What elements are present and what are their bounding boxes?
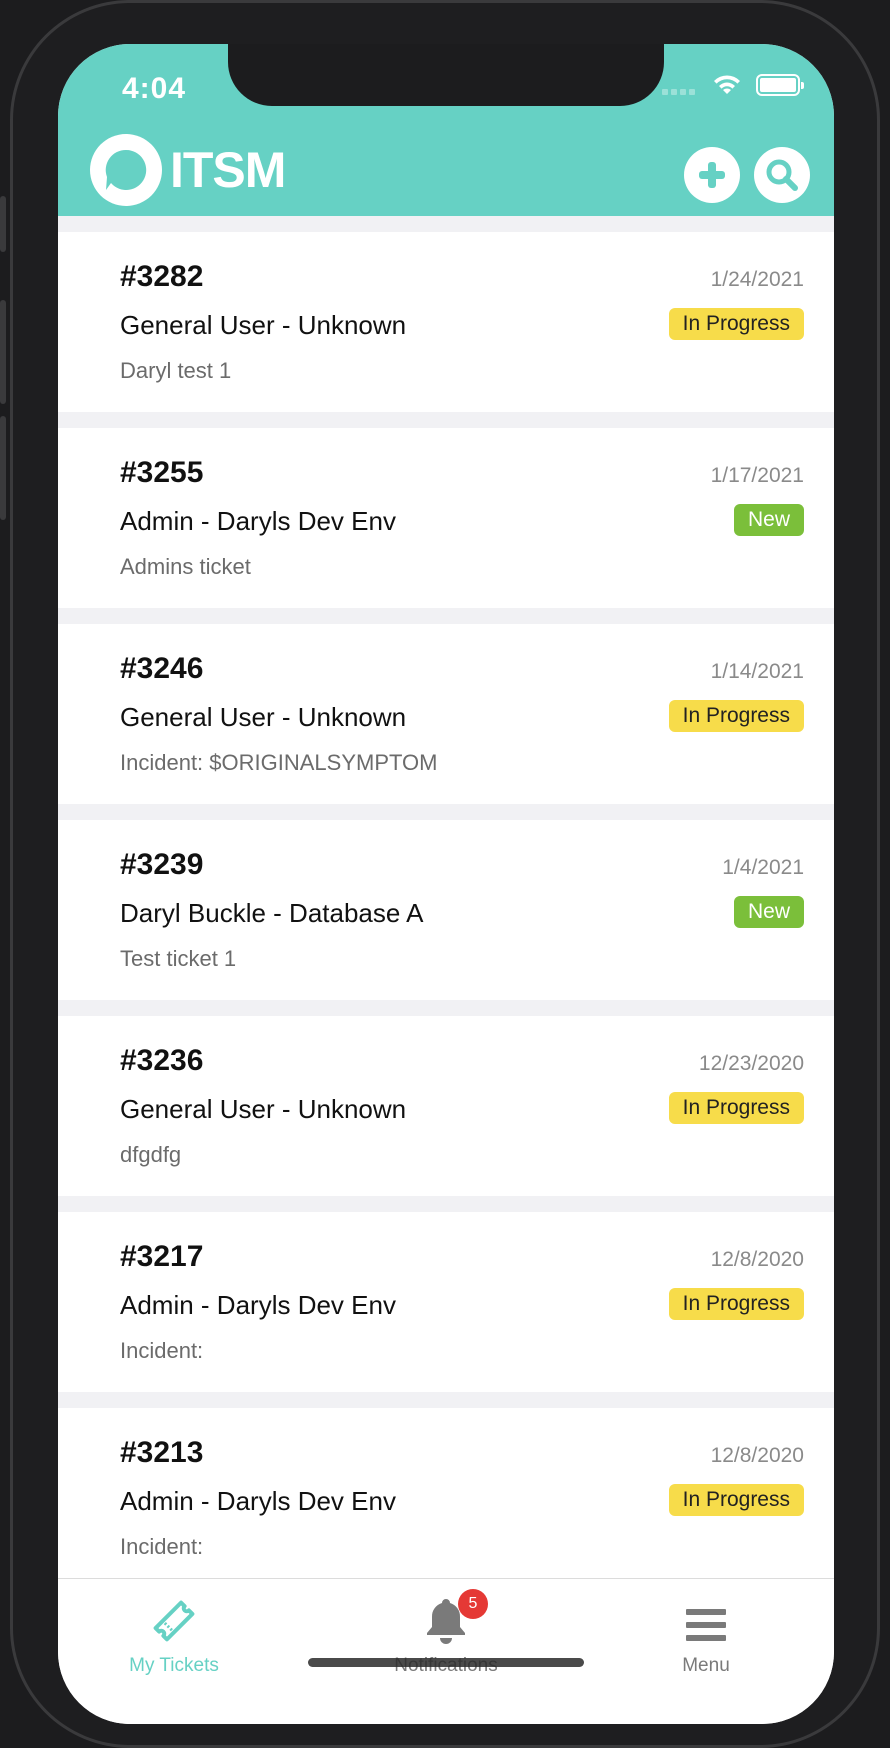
ticket-date: 1/14/2021: [710, 660, 804, 683]
ticket-card[interactable]: #3239 Daryl Buckle - Database A Test tic…: [58, 820, 834, 1000]
ticket-description: Daryl test 1: [120, 358, 232, 383]
ticket-description: Incident:: [120, 1338, 204, 1363]
status-badge: New: [733, 504, 804, 536]
volume-down-button: [0, 416, 6, 520]
ticket-card[interactable]: #3213 Admin - Daryls Dev Env Incident: 1…: [58, 1408, 834, 1588]
tab-notifications[interactable]: 5 Notifications: [346, 1579, 546, 1689]
notification-count-badge: 5: [458, 1589, 488, 1619]
ticket-card[interactable]: #3282 General User - Unknown Daryl test …: [58, 232, 834, 412]
ticket-list: #3282 General User - Unknown Daryl test …: [58, 232, 834, 1604]
ticket-description: Test ticket 1: [120, 946, 237, 971]
add-ticket-button[interactable]: [684, 147, 740, 203]
plus-icon: [699, 162, 725, 188]
ticket-date: 1/17/2021: [710, 464, 804, 487]
ticket-title: General User - Unknown: [120, 1094, 407, 1124]
tab-my-tickets[interactable]: My Tickets: [74, 1579, 274, 1689]
tab-bar: My Tickets 5 Notifications: [58, 1578, 834, 1724]
ticket-description: Incident:: [120, 1534, 204, 1559]
home-indicator[interactable]: [308, 1658, 584, 1667]
ticket-title: Admin - Daryls Dev Env: [120, 1290, 396, 1320]
ticket-card[interactable]: #3255 Admin - Daryls Dev Env Admins tick…: [58, 428, 834, 608]
device-frame: 4:04 ITSM #3282 General User - Unknown D…: [0, 0, 890, 1748]
chat-bubble-logo-icon: [90, 134, 162, 206]
ticket-date: 1/4/2021: [722, 856, 804, 879]
ticket-title: General User - Unknown: [120, 702, 407, 732]
ticket-date: 12/8/2020: [710, 1444, 804, 1467]
hamburger-menu-icon: [686, 1609, 726, 1641]
ticket-title: Daryl Buckle - Database A: [120, 898, 424, 928]
ticket-date: 1/24/2021: [710, 268, 804, 291]
ticket-card[interactable]: #3236 General User - Unknown dfgdfg 12/2…: [58, 1016, 834, 1196]
ticket-id: #3213: [120, 1436, 204, 1469]
itsm-logo: ITSM: [88, 132, 286, 208]
cellular-signal-icon: [662, 75, 698, 95]
tab-menu[interactable]: Menu: [606, 1579, 806, 1689]
status-time: 4:04: [122, 72, 187, 105]
ticket-id: #3282: [120, 260, 204, 293]
search-button[interactable]: [754, 147, 810, 203]
app-screen: 4:04 ITSM #3282 General User - Unknown D…: [58, 44, 834, 1724]
ticket-id: #3255: [120, 456, 204, 489]
ticket-description: dfgdfg: [120, 1142, 182, 1167]
ticket-id: #3246: [120, 652, 204, 685]
ticket-card[interactable]: #3217 Admin - Daryls Dev Env Incident: 1…: [58, 1212, 834, 1392]
mute-switch: [0, 196, 6, 252]
ticket-description: Incident: $ORIGINALSYMPTOM: [120, 750, 438, 775]
ticket-date: 12/23/2020: [698, 1052, 804, 1075]
volume-up-button: [0, 300, 6, 404]
ticket-date: 12/8/2020: [710, 1248, 804, 1271]
ticket-title: Admin - Daryls Dev Env: [120, 506, 396, 536]
search-icon: [766, 159, 798, 191]
tab-label: My Tickets: [129, 1655, 219, 1676]
ticket-title: Admin - Daryls Dev Env: [120, 1486, 396, 1516]
ticket-id: #3236: [120, 1044, 204, 1077]
status-badge: In Progress: [668, 308, 804, 340]
ticket-card[interactable]: #3246 General User - Unknown Incident: $…: [58, 624, 834, 804]
ticket-id: #3217: [120, 1240, 204, 1273]
ticket-id: #3239: [120, 848, 204, 881]
status-badge: In Progress: [668, 1484, 804, 1516]
device-notch: [228, 44, 664, 106]
ticket-description: Admins ticket: [120, 554, 251, 579]
status-icons: [662, 74, 804, 96]
tab-label: Menu: [682, 1655, 730, 1676]
app-header: 4:04 ITSM: [58, 44, 834, 216]
battery-icon: [756, 74, 804, 96]
status-badge: New: [733, 896, 804, 928]
ticket-icon: [153, 1600, 195, 1642]
status-badge: In Progress: [668, 1288, 804, 1320]
status-badge: In Progress: [668, 700, 804, 732]
status-badge: In Progress: [668, 1092, 804, 1124]
wifi-icon: [714, 75, 740, 94]
ticket-title: General User - Unknown: [120, 310, 407, 340]
logo-text: ITSM: [170, 142, 286, 198]
